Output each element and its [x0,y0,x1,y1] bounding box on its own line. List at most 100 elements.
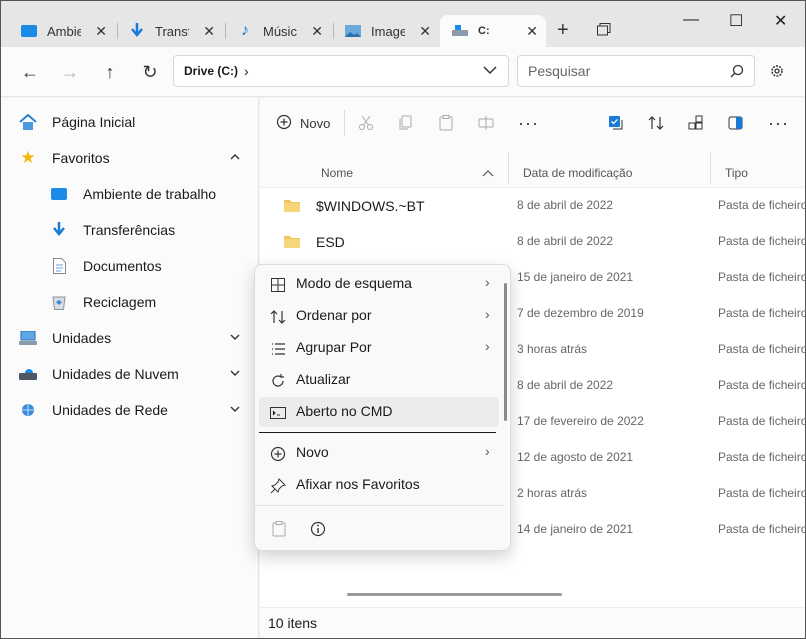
cut-icon[interactable] [358,112,374,134]
column-separator[interactable] [508,152,509,184]
sidebar-item-cloud-drives[interactable]: Unidades de Nuvem [1,356,259,392]
sidebar-item-network-drives[interactable]: Unidades de Rede [1,392,259,428]
close-tab-icon[interactable]: ✕ [419,23,431,40]
music-icon: ♪ [241,22,249,39]
refresh-button[interactable]: ↻ [139,61,161,83]
horizontal-scrollbar[interactable] [347,593,562,596]
chevron-right-icon: › [244,63,249,79]
close-tab-icon[interactable]: ✕ [203,23,215,40]
close-tab-icon[interactable]: ✕ [95,23,107,40]
sort-icon[interactable] [648,112,664,134]
sidebar-item-downloads[interactable]: Transferências [1,212,259,248]
menu-item-refresh[interactable]: Atualizar [259,365,499,395]
sidebar-item-documents[interactable]: Documentos [1,248,259,284]
close-tab-icon[interactable]: ✕ [526,23,538,40]
file-type: Pasta de ficheiros [718,378,805,392]
menu-item-pin-to-favorites[interactable]: Afixar nos Favoritos [259,470,499,500]
file-type: Pasta de ficheiros [718,234,805,248]
search-input[interactable] [528,63,718,79]
tab-drive-c[interactable]: C: ✕ [440,15,546,47]
add-circle-icon [276,114,292,133]
new-tab-button[interactable]: + [557,19,569,42]
close-tab-icon[interactable]: ✕ [311,23,323,40]
tab-label: Transf [155,23,189,39]
menu-item-label: Agrupar Por [296,339,372,355]
menu-item-label: Atualizar [296,371,351,387]
menu-item-new[interactable]: Novo › [259,438,499,468]
search-box[interactable] [517,55,755,87]
new-button-label: Novo [300,115,331,131]
file-modified-date: 8 de abril de 2022 [517,234,614,248]
file-type: Pasta de ficheiros [718,450,805,464]
view-icon[interactable] [688,112,704,134]
new-button[interactable]: Novo [276,112,330,134]
gear-icon[interactable] [769,63,785,82]
paste-icon[interactable] [270,520,288,538]
sidebar-item-label: Ambiente de trabalho [83,186,217,202]
tab-desktop[interactable]: Ambie ✕ [9,15,115,47]
menu-separator [255,505,504,506]
chevron-down-icon[interactable] [482,62,498,81]
more-options-icon[interactable]: ··· [518,112,539,134]
select-icon[interactable] [608,112,624,134]
sidebar-item-drives[interactable]: Unidades [1,320,259,356]
file-modified-date: 14 de janeiro de 2021 [517,522,634,536]
close-window-button[interactable]: ✕ [774,11,787,31]
group-icon [269,340,287,358]
layout-icon [269,276,287,294]
more-options-icon[interactable]: ··· [768,112,789,134]
menu-item-open-in-cmd[interactable]: Aberto no CMD [259,397,499,427]
file-modified-date: 8 de abril de 2022 [517,198,614,212]
back-button[interactable]: ← [19,61,41,83]
sidebar-item-recycle-bin[interactable]: Reciclagem [1,284,259,320]
column-header-name[interactable]: Nome [321,166,353,180]
table-row[interactable]: ESD 8 de abril de 2022 Pasta de ficheiros [260,224,805,260]
chevron-right-icon: › [485,338,490,354]
sort-icon [269,308,287,326]
menu-scrollbar[interactable] [504,283,507,421]
desktop-icon [50,185,68,203]
chevron-down-icon[interactable] [229,367,241,382]
address-bar[interactable]: Drive (C:) › [173,55,509,87]
file-modified-date: 17 de fevereiro de 2022 [517,414,644,428]
chevron-right-icon: › [485,274,490,290]
menu-item-layout-mode[interactable]: Modo de esquema › [259,269,499,299]
refresh-icon [269,372,287,390]
sidebar-item-label: Unidades de Nuvem [52,366,179,382]
tab-music[interactable]: ♪ Músic ✕ [225,15,331,47]
rename-icon[interactable] [478,112,494,134]
file-type: Pasta de ficheiros [718,342,805,356]
chevron-right-icon: › [485,443,490,459]
minimize-button[interactable]: — [683,11,699,29]
context-menu: Modo de esquema › Ordenar por › Agrupar … [254,264,511,551]
chevron-down-icon[interactable] [229,331,241,346]
chevron-up-icon[interactable] [482,166,494,182]
star-icon: ★ [20,148,36,167]
menu-item-sort-by[interactable]: Ordenar por › [259,301,499,331]
tab-downloads[interactable]: Transf ✕ [117,15,223,47]
drive-icon [452,23,468,39]
sidebar-item-desktop[interactable]: Ambiente de trabalho [1,176,259,212]
info-icon[interactable] [309,520,327,538]
column-header-modified[interactable]: Data de modificação [523,166,632,180]
column-header-type[interactable]: Tipo [725,166,748,180]
paste-icon[interactable] [438,112,454,134]
details-pane-icon[interactable] [728,112,744,134]
sidebar-item-favorites[interactable]: ★ Favoritos [1,140,259,176]
chevron-down-icon[interactable] [229,403,241,418]
column-separator[interactable] [710,152,711,184]
forward-button[interactable]: → [59,61,81,83]
up-button[interactable]: ↑ [99,61,121,83]
search-icon[interactable] [730,64,744,81]
sidebar-item-home[interactable]: Página Inicial [1,104,259,140]
tab-list-icon[interactable] [597,23,611,37]
file-modified-date: 2 horas atrás [517,486,588,500]
file-type: Pasta de ficheiros [718,270,805,284]
menu-item-group-by[interactable]: Agrupar Por › [259,333,499,363]
tab-images[interactable]: Image ✕ [333,15,439,47]
table-row[interactable]: $WINDOWS.~BT 8 de abril de 2022 Pasta de f… [260,188,805,224]
maximize-button[interactable]: ☐ [729,11,743,31]
chevron-up-icon[interactable] [229,151,241,166]
copy-icon[interactable] [398,112,414,134]
tab-label: Image [371,23,405,39]
